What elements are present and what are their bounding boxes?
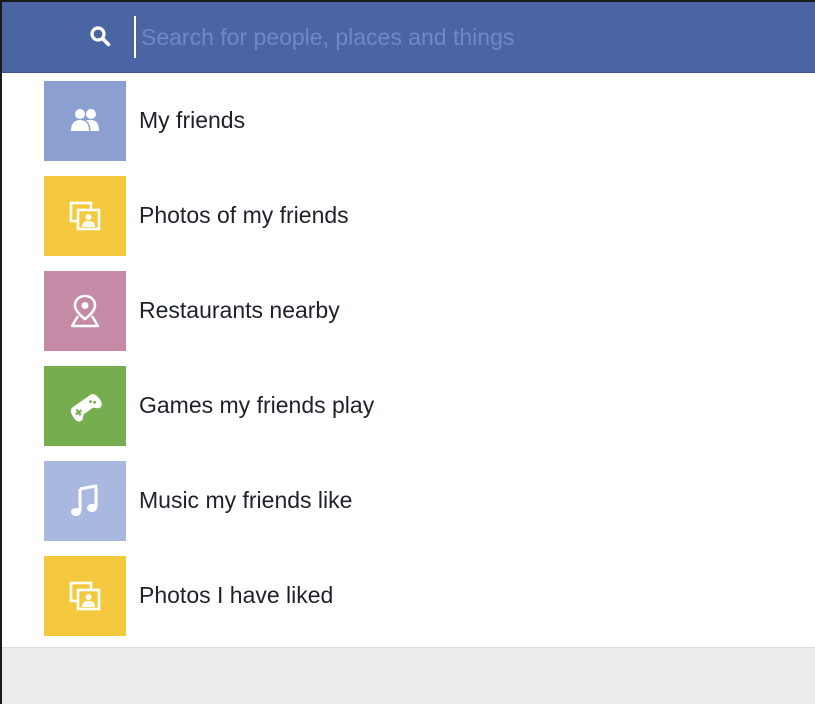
suggestion-list: My friends Photos of my friends Restaura…	[2, 81, 815, 651]
music-note-icon	[44, 461, 126, 541]
suggestion-label: Music my friends like	[139, 487, 353, 513]
search-input[interactable]	[134, 16, 804, 58]
search-icon[interactable]	[88, 24, 112, 48]
friends-icon	[44, 81, 126, 161]
suggestion-photos-of-my-friends[interactable]: Photos of my friends	[2, 176, 815, 271]
suggestion-label: Photos I have liked	[139, 582, 334, 608]
suggestion-label: Games my friends play	[139, 392, 375, 418]
suggestion-photos-i-have-liked[interactable]: Photos I have liked	[2, 556, 815, 651]
game-controller-icon	[44, 366, 126, 446]
search-typeahead-window: My friends Photos of my friends	[0, 0, 815, 704]
suggestion-music-my-friends-like[interactable]: Music my friends like	[2, 461, 815, 556]
photos-icon	[44, 556, 126, 636]
photos-icon	[44, 176, 126, 256]
search-bar	[2, 2, 815, 73]
suggestion-games-my-friends-play[interactable]: Games my friends play	[2, 366, 815, 461]
dropdown-footer	[2, 647, 815, 704]
map-pin-icon	[44, 271, 126, 351]
suggestion-restaurants-nearby[interactable]: Restaurants nearby	[2, 271, 815, 366]
suggestion-my-friends[interactable]: My friends	[2, 81, 815, 176]
suggestion-label: Restaurants nearby	[139, 297, 340, 323]
suggestion-label: My friends	[139, 107, 246, 133]
suggestion-label: Photos of my friends	[139, 202, 349, 228]
